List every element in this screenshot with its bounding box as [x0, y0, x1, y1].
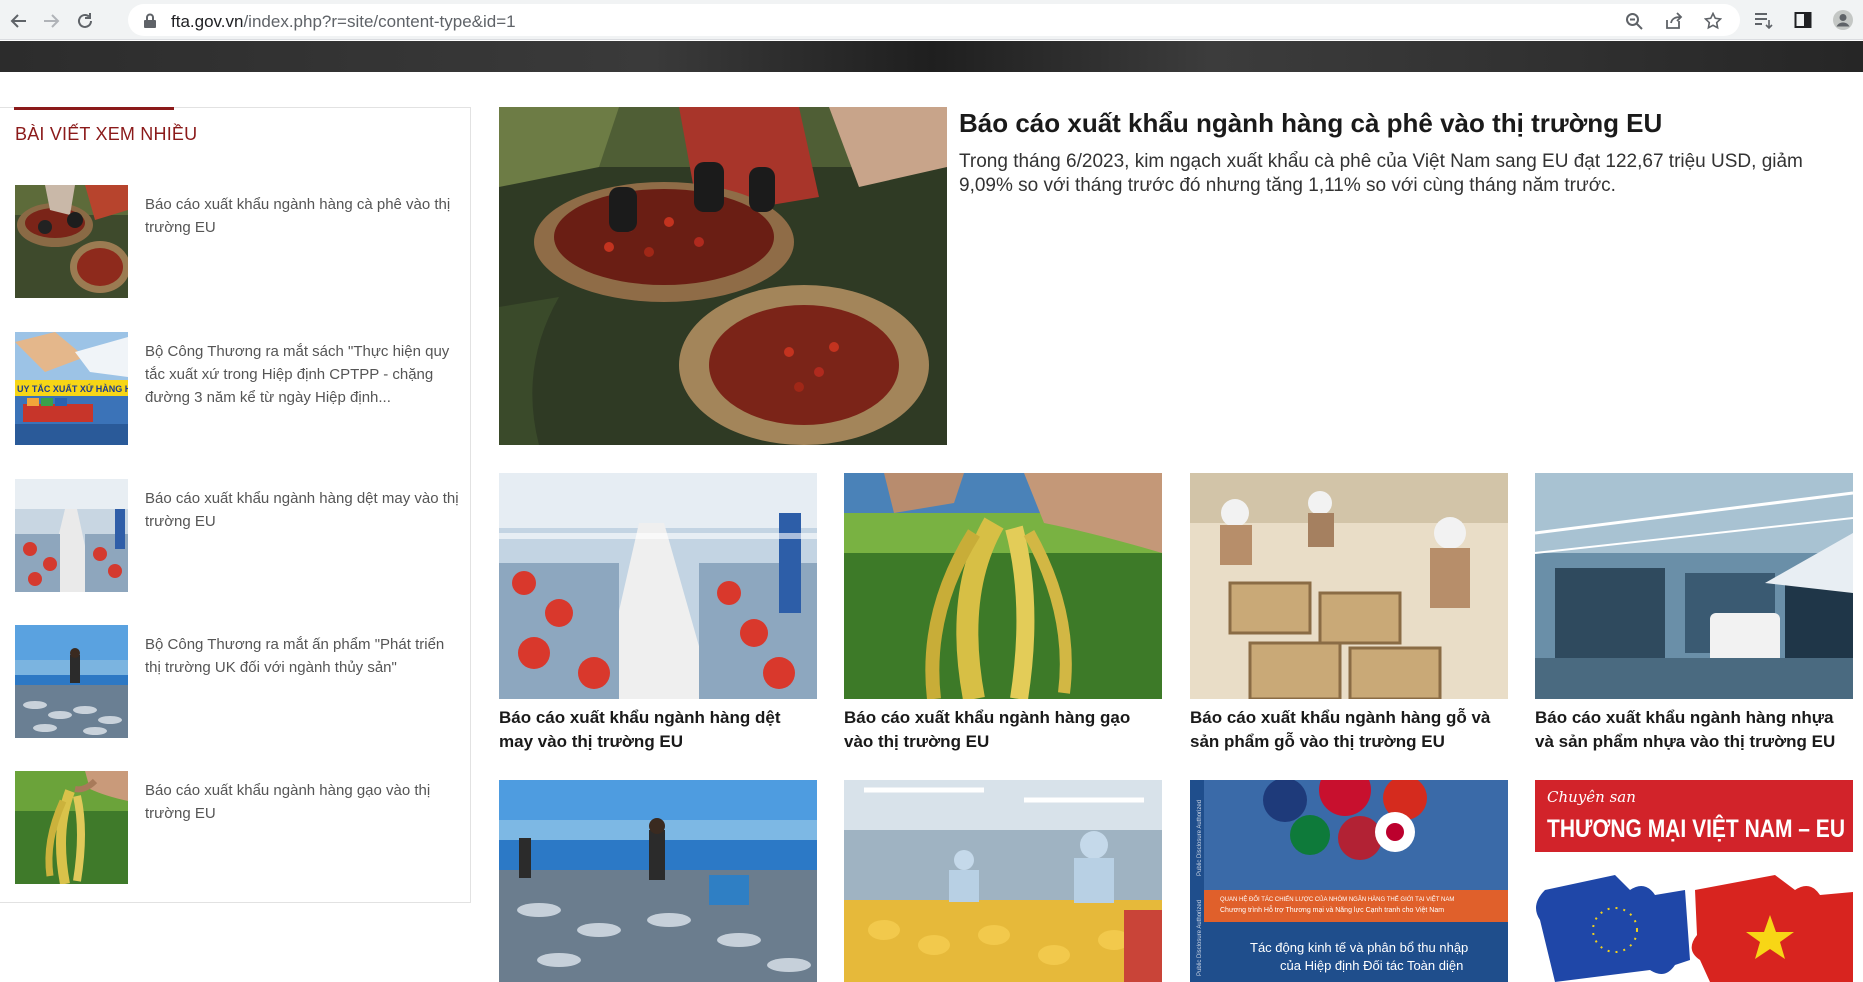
sidebar-item[interactable]: Báo cáo xuất khẩu ngành hàng cà phê vào …: [15, 185, 455, 299]
report-cover-side-text: Public Disclosure Authorized: [1197, 800, 1203, 876]
sidebar-thumbnail[interactable]: [15, 625, 128, 738]
reading-list-icon[interactable]: [1752, 9, 1774, 31]
cptpp-thumbnail-caption: UY TẮC XUẤT XỨ HÀNG HÓ: [17, 383, 128, 394]
sidebar-item-label[interactable]: Bộ Công Thương ra mắt sách "Thực hiện qu…: [145, 340, 463, 409]
article-card-image[interactable]: [844, 780, 1162, 982]
report-cover-title-line1: Tác động kinh tế và phân bổ thu nhập: [1250, 940, 1468, 955]
sidebar-item-label[interactable]: Bộ Công Thương ra mắt ấn phẩm "Phát triể…: [145, 633, 463, 679]
featured-article-summary: Trong tháng 6/2023, kim ngạch xuất khẩu …: [959, 151, 1803, 196]
zoom-icon[interactable]: [1624, 11, 1644, 31]
report-cover-banner-line2: Chương trình Hỗ trợ Thương mại và Năng l…: [1220, 905, 1444, 914]
featured-article-image[interactable]: [499, 107, 947, 445]
back-icon[interactable]: [6, 8, 32, 34]
article-card-title[interactable]: Báo cáo xuất khẩu ngành hàng gạo vào thị…: [844, 706, 1162, 754]
featured-article-title[interactable]: Báo cáo xuất khẩu ngành hàng cà phê vào …: [959, 108, 1839, 139]
sidebar-thumbnail[interactable]: UY TẮC XUẤT XỨ HÀNG HÓ: [15, 332, 128, 445]
report-cover-side-text-2: Public Disclosure Authorized: [1197, 900, 1203, 976]
report-cover-banner-line1: QUAN HỆ ĐỐI TÁC CHIẾN LƯỢC CỦA NHÓM NGÂN…: [1220, 895, 1454, 903]
profile-avatar-icon[interactable]: [1832, 9, 1854, 31]
lock-icon[interactable]: [140, 11, 160, 31]
forward-icon[interactable]: [38, 8, 64, 34]
sidebar-title: BÀI VIẾT XEM NHIỀU: [15, 124, 198, 144]
side-panel-icon[interactable]: [1792, 9, 1814, 31]
magazine-script-text: Chuyên san: [1547, 788, 1636, 806]
sidebar-thumbnail[interactable]: [15, 185, 128, 298]
article-card-image[interactable]: [499, 473, 817, 699]
sidebar-item-label[interactable]: Báo cáo xuất khẩu ngành hàng cà phê vào …: [145, 193, 463, 239]
article-card-title[interactable]: Báo cáo xuất khẩu ngành hàng nhựa và sản…: [1535, 706, 1853, 754]
magazine-cover-image[interactable]: Chuyên san THƯƠNG MẠI VIỆT NAM – EU: [1535, 780, 1853, 982]
sidebar-item[interactable]: Báo cáo xuất khẩu ngành hàng gạo vào thị…: [15, 771, 455, 885]
reload-icon[interactable]: [72, 8, 98, 34]
site-header-banner: [0, 41, 1863, 72]
sidebar-thumbnail[interactable]: [15, 479, 128, 592]
article-card-image[interactable]: [844, 473, 1162, 699]
url-path: /index.php?r=site/content-type&id=1: [243, 12, 516, 31]
report-cover-image[interactable]: QUAN HỆ ĐỐI TÁC CHIẾN LƯỢC CỦA NHÓM NGÂN…: [1190, 780, 1508, 982]
sidebar-item-label[interactable]: Báo cáo xuất khẩu ngành hàng dệt may vào…: [145, 487, 463, 533]
address-bar[interactable]: fta.gov.vn/index.php?r=site/content-type…: [128, 4, 1740, 36]
sidebar-thumbnail[interactable]: [15, 771, 128, 884]
url-text[interactable]: fta.gov.vn/index.php?r=site/content-type…: [171, 12, 516, 32]
share-icon[interactable]: [1664, 11, 1684, 31]
article-card-image[interactable]: [1190, 473, 1508, 699]
article-card-title[interactable]: Báo cáo xuất khẩu ngành hàng dệt may vào…: [499, 706, 817, 754]
sidebar-item[interactable]: Bộ Công Thương ra mắt ấn phẩm "Phát triể…: [15, 625, 455, 739]
sidebar-item[interactable]: UY TẮC XUẤT XỨ HÀNG HÓ Bộ Công Thương ra…: [15, 332, 455, 446]
sidebar-item-label[interactable]: Báo cáo xuất khẩu ngành hàng gạo vào thị…: [145, 779, 463, 825]
article-card-title[interactable]: Báo cáo xuất khẩu ngành hàng gỗ và sản p…: [1190, 706, 1508, 754]
report-cover-title-line2: của Hiệp định Đối tác Toàn diện: [1280, 958, 1463, 973]
bookmark-star-icon[interactable]: [1703, 11, 1723, 31]
article-card-image[interactable]: [499, 780, 817, 982]
article-card-image[interactable]: [1535, 473, 1853, 699]
sidebar-accent-bar: [14, 107, 174, 110]
magazine-headline: THƯƠNG MẠI VIỆT NAM – EU: [1547, 813, 1845, 843]
browser-toolbar: fta.gov.vn/index.php?r=site/content-type…: [0, 0, 1863, 40]
url-domain: fta.gov.vn: [171, 12, 244, 31]
sidebar-item[interactable]: Báo cáo xuất khẩu ngành hàng dệt may vào…: [15, 479, 459, 593]
